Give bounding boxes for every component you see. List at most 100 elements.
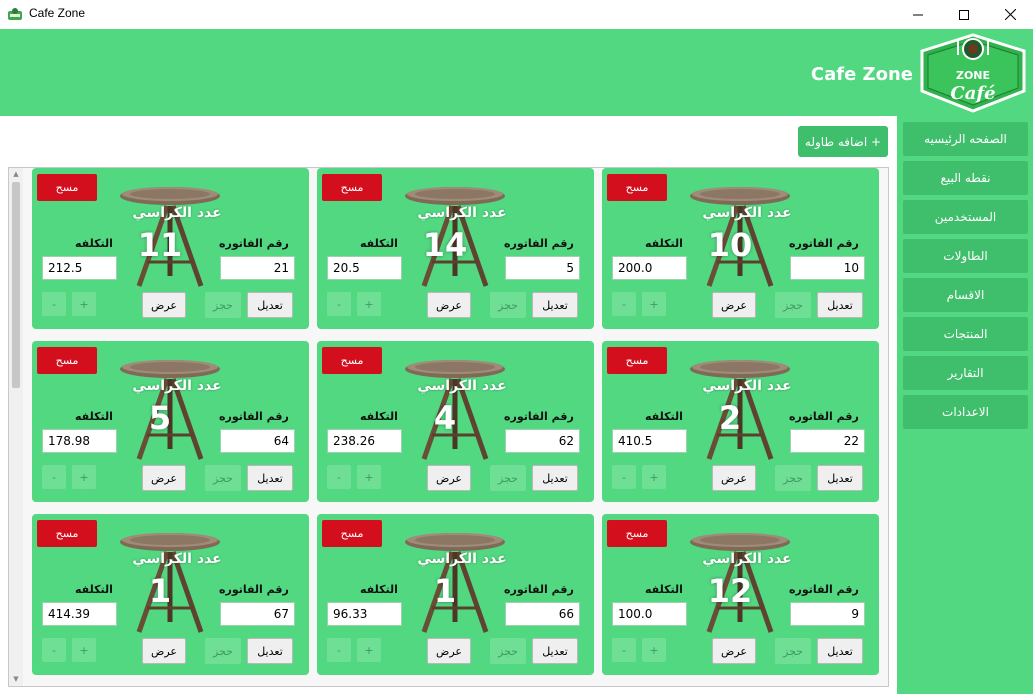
book-table-button[interactable]: حجز — [205, 638, 241, 664]
view-table-button[interactable]: عرض — [142, 638, 186, 664]
sidebar-item-tables[interactable]: الطاولات — [903, 239, 1028, 273]
tables-scroll-area[interactable]: ▲ ▼ مسح عدد الكراسي 10 رقم الفاتوره التك… — [8, 167, 889, 687]
increase-seats-button[interactable]: + — [72, 465, 96, 489]
view-table-button[interactable]: عرض — [427, 292, 471, 318]
increase-seats-button[interactable]: + — [72, 638, 96, 662]
book-table-button[interactable]: حجز — [490, 292, 526, 318]
view-table-button[interactable]: عرض — [712, 292, 756, 318]
seats-label: عدد الكراسي — [417, 378, 507, 394]
decrease-seats-button[interactable]: - — [612, 638, 636, 662]
invoice-number-field[interactable]: 67 — [220, 602, 295, 626]
invoice-number-field[interactable]: 5 — [505, 256, 580, 280]
sidebar-item-categories[interactable]: الاقسام — [903, 278, 1028, 312]
book-table-button[interactable]: حجز — [775, 638, 811, 664]
sidebar-item-home[interactable]: الصفحه الرئيسيه — [903, 122, 1028, 156]
edit-table-button[interactable]: تعديل — [817, 465, 863, 491]
increase-seats-button[interactable]: + — [357, 638, 381, 662]
increase-seats-button[interactable]: + — [72, 292, 96, 316]
close-icon — [1004, 9, 1016, 20]
sidebar-item-settings[interactable]: الاعدادات — [903, 395, 1028, 429]
cost-field[interactable]: 96.33 — [327, 602, 402, 626]
edit-table-button[interactable]: تعديل — [247, 292, 293, 318]
invoice-number-label: رقم الفاتوره — [504, 583, 574, 596]
book-table-button[interactable]: حجز — [775, 465, 811, 491]
view-table-button[interactable]: عرض — [142, 465, 186, 491]
delete-table-button[interactable]: مسح — [607, 174, 667, 201]
invoice-number-field[interactable]: 21 — [220, 256, 295, 280]
invoice-number-label: رقم الفاتوره — [789, 583, 859, 596]
increase-seats-button[interactable]: + — [642, 465, 666, 489]
book-table-button[interactable]: حجز — [490, 638, 526, 664]
delete-table-button[interactable]: مسح — [322, 347, 382, 374]
delete-table-button[interactable]: مسح — [607, 347, 667, 374]
scrollbar-thumb[interactable] — [12, 182, 20, 388]
delete-table-button[interactable]: مسح — [322, 174, 382, 201]
sidebar-item-pos[interactable]: نقطه البيع — [903, 161, 1028, 195]
decrease-seats-button[interactable]: - — [42, 292, 66, 316]
book-table-button[interactable]: حجز — [205, 465, 241, 491]
delete-table-button[interactable]: مسح — [37, 174, 97, 201]
delete-table-button[interactable]: مسح — [322, 520, 382, 547]
invoice-number-field[interactable]: 9 — [790, 602, 865, 626]
cost-field[interactable]: 238.26 — [327, 429, 402, 453]
increase-seats-button[interactable]: + — [357, 292, 381, 316]
scroll-up-icon[interactable]: ▲ — [12, 170, 20, 178]
decrease-seats-button[interactable]: - — [327, 638, 351, 662]
cost-field[interactable]: 100.0 — [612, 602, 687, 626]
edit-table-button[interactable]: تعديل — [817, 638, 863, 664]
vertical-scrollbar[interactable]: ▲ ▼ — [9, 168, 23, 686]
book-table-button[interactable]: حجز — [490, 465, 526, 491]
edit-table-button[interactable]: تعديل — [817, 292, 863, 318]
cost-field[interactable]: 200.0 — [612, 256, 687, 280]
view-table-button[interactable]: عرض — [142, 292, 186, 318]
sidebar-item-products[interactable]: المنتجات — [903, 317, 1028, 351]
cost-field[interactable]: 20.5 — [327, 256, 402, 280]
decrease-seats-button[interactable]: - — [612, 292, 636, 316]
delete-table-button[interactable]: مسح — [607, 520, 667, 547]
decrease-seats-button[interactable]: - — [612, 465, 636, 489]
cost-field[interactable]: 178.98 — [42, 429, 117, 453]
edit-table-button[interactable]: تعديل — [247, 465, 293, 491]
invoice-number-field[interactable]: 10 — [790, 256, 865, 280]
view-table-button[interactable]: عرض — [427, 465, 471, 491]
decrease-seats-button[interactable]: - — [327, 292, 351, 316]
invoice-number-field[interactable]: 66 — [505, 602, 580, 626]
cost-label: التكلفه — [75, 237, 113, 250]
scroll-down-icon[interactable]: ▼ — [12, 675, 20, 683]
sidebar-item-users[interactable]: المستخدمين — [903, 200, 1028, 234]
seats-count: 1 — [433, 572, 457, 610]
increase-seats-button[interactable]: + — [642, 638, 666, 662]
main-content: اضافه طاوله + ▲ ▼ مسح عدد الكراسي 10 رقم… — [0, 116, 897, 694]
book-table-button[interactable]: حجز — [205, 292, 241, 318]
decrease-seats-button[interactable]: - — [327, 465, 351, 489]
invoice-number-field[interactable]: 22 — [790, 429, 865, 453]
invoice-number-field[interactable]: 62 — [505, 429, 580, 453]
increase-seats-button[interactable]: + — [642, 292, 666, 316]
decrease-seats-button[interactable]: - — [42, 465, 66, 489]
maximize-button[interactable] — [941, 0, 987, 29]
add-table-button[interactable]: اضافه طاوله + — [798, 126, 888, 157]
sidebar-item-reports[interactable]: التقارير — [903, 356, 1028, 390]
minimize-button[interactable] — [895, 0, 941, 29]
delete-table-button[interactable]: مسح — [37, 347, 97, 374]
delete-table-button[interactable]: مسح — [37, 520, 97, 547]
decrease-seats-button[interactable]: - — [42, 638, 66, 662]
view-table-button[interactable]: عرض — [712, 638, 756, 664]
seats-count: 1 — [148, 572, 172, 610]
cafe-zone-logo: ZONE Café — [920, 33, 1026, 113]
book-table-button[interactable]: حجز — [775, 292, 811, 318]
close-button[interactable] — [987, 0, 1033, 29]
cost-field[interactable]: 212.5 — [42, 256, 117, 280]
edit-table-button[interactable]: تعديل — [532, 638, 578, 664]
edit-table-button[interactable]: تعديل — [532, 465, 578, 491]
view-table-button[interactable]: عرض — [712, 465, 756, 491]
increase-seats-button[interactable]: + — [357, 465, 381, 489]
cost-field[interactable]: 410.5 — [612, 429, 687, 453]
cost-label: التكلفه — [360, 410, 398, 423]
invoice-number-field[interactable]: 64 — [220, 429, 295, 453]
table-card: مسح عدد الكراسي 2 رقم الفاتوره التكلفه 2… — [602, 341, 879, 502]
edit-table-button[interactable]: تعديل — [532, 292, 578, 318]
edit-table-button[interactable]: تعديل — [247, 638, 293, 664]
cost-field[interactable]: 414.39 — [42, 602, 117, 626]
view-table-button[interactable]: عرض — [427, 638, 471, 664]
